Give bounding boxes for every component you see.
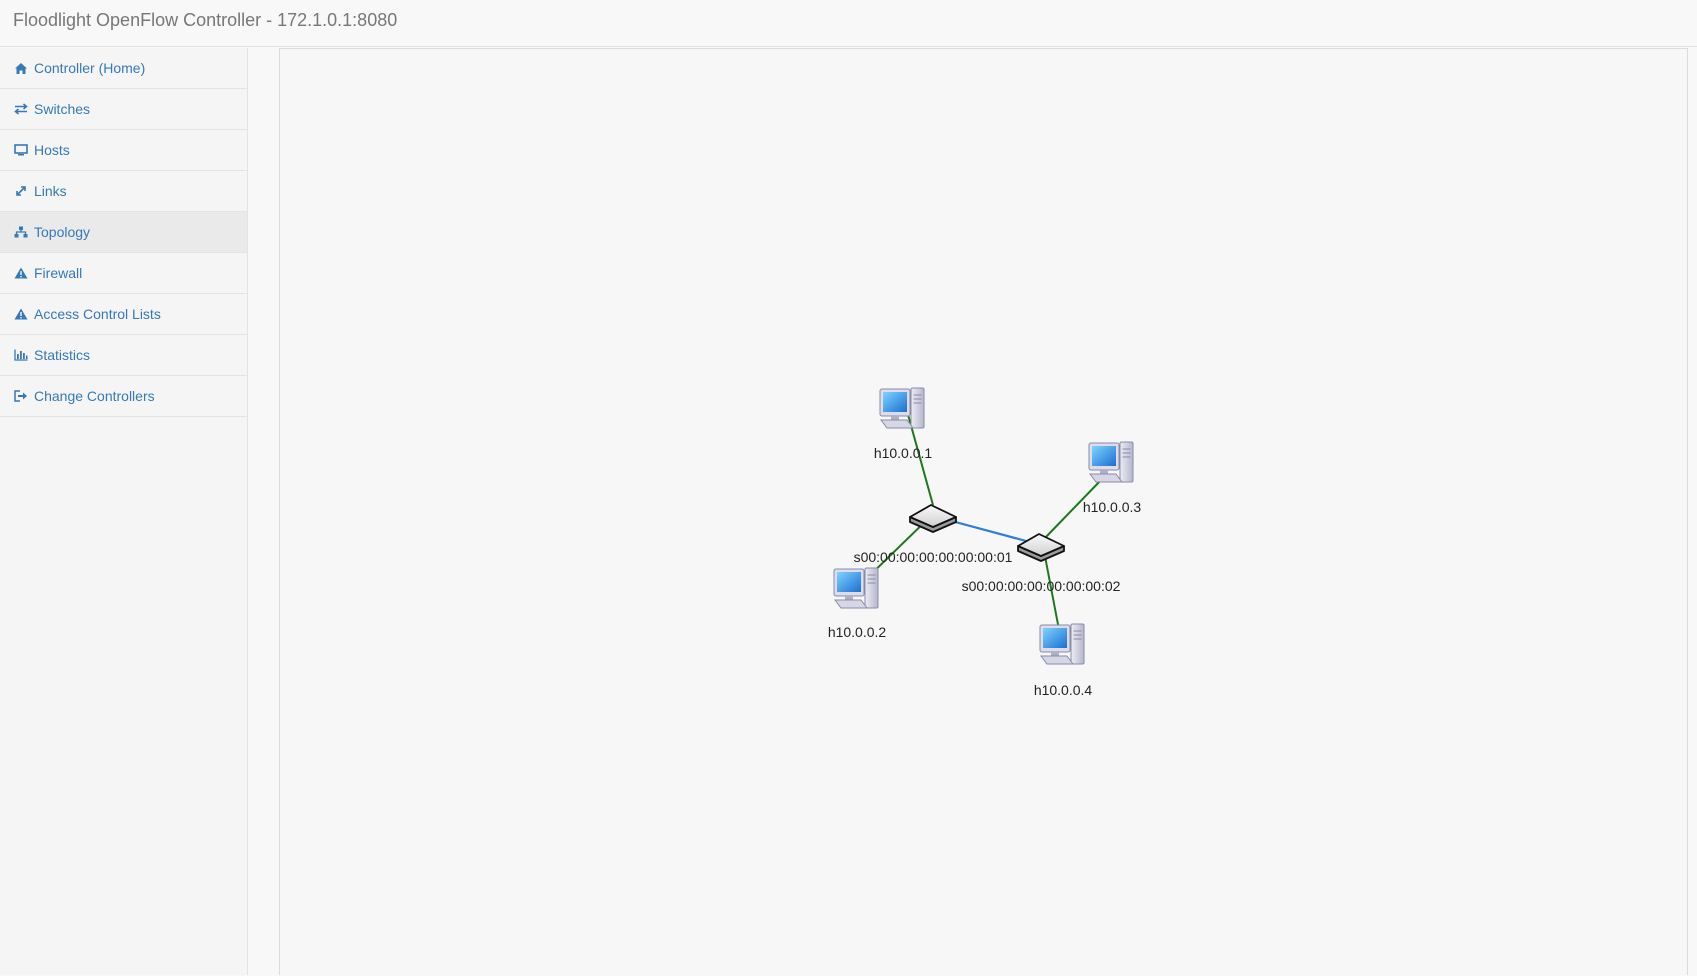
sidebar-item-links[interactable]: Links <box>0 171 247 212</box>
sitemap-icon <box>13 224 29 240</box>
host-node[interactable]: h10.0.0.3 <box>1083 441 1142 515</box>
switch-label: s00:00:00:00:00:00:00:01 <box>854 549 1013 565</box>
host-label: h10.0.0.3 <box>1083 499 1142 515</box>
app-title[interactable]: Floodlight OpenFlow Controller - 172.1.0… <box>13 10 397 31</box>
sidebar-item-label: Statistics <box>34 347 91 363</box>
monitor-icon <box>13 142 29 158</box>
topology-graph[interactable]: h10.0.0.1 h10.0.0.2 h10.0.0.3 h10.0.0.4 … <box>280 49 1687 976</box>
sidebar-item-label: Change Controllers <box>34 388 155 404</box>
sidebar-item-label: Controller (Home) <box>34 60 146 76</box>
computer-icon <box>879 387 925 429</box>
switch-icon <box>1017 533 1065 562</box>
host-label: h10.0.0.1 <box>874 445 933 461</box>
topology-hosts: h10.0.0.1 h10.0.0.2 h10.0.0.3 h10.0.0.4 <box>828 387 1142 698</box>
switch-node[interactable]: s00:00:00:00:00:00:00:01 <box>854 504 1013 565</box>
topology-panel: h10.0.0.1 h10.0.0.2 h10.0.0.3 h10.0.0.4 … <box>279 48 1688 975</box>
sidebar-item-topology[interactable]: Topology <box>0 212 247 253</box>
home-icon <box>13 60 29 76</box>
host-label: h10.0.0.2 <box>828 624 887 640</box>
switch-icon <box>909 504 957 533</box>
exchange-icon <box>13 101 29 117</box>
sidebar-item-change-controllers[interactable]: Change Controllers <box>0 376 247 417</box>
sidebar-item-statistics[interactable]: Statistics <box>0 335 247 376</box>
sidebar-item-label: Links <box>34 183 67 199</box>
computer-icon <box>1039 623 1085 665</box>
sidebar-item-label: Access Control Lists <box>34 306 161 322</box>
sidebar-item-label: Topology <box>34 224 91 240</box>
navbar: Floodlight OpenFlow Controller - 172.1.0… <box>0 0 1697 47</box>
topology-switches: s00:00:00:00:00:00:00:01 s00:00:00:00:00… <box>854 504 1121 594</box>
host-node[interactable]: h10.0.0.2 <box>828 567 887 640</box>
switch-label: s00:00:00:00:00:00:00:02 <box>962 578 1121 594</box>
warning-icon <box>13 265 29 281</box>
sidebar-item-hosts[interactable]: Hosts <box>0 130 247 171</box>
sidebar-item-firewall[interactable]: Firewall <box>0 253 247 294</box>
sidebar: Controller (Home) Switches Hosts Links T… <box>0 48 248 975</box>
computer-icon <box>1088 441 1134 483</box>
sign-out-icon <box>13 388 29 404</box>
sidebar-item-access-control-lists[interactable]: Access Control Lists <box>0 294 247 335</box>
host-node[interactable]: h10.0.0.4 <box>1034 623 1093 698</box>
sidebar-item-label: Switches <box>34 101 91 117</box>
sidebar-item-controller-home[interactable]: Controller (Home) <box>0 48 247 89</box>
bar-chart-icon <box>13 347 29 363</box>
sidebar-item-switches[interactable]: Switches <box>0 89 247 130</box>
sidebar-item-label: Firewall <box>34 265 83 281</box>
host-label: h10.0.0.4 <box>1034 682 1093 698</box>
expand-arrows-icon <box>13 183 29 199</box>
sidebar-item-label: Hosts <box>34 142 70 158</box>
computer-icon <box>833 567 879 609</box>
warning-icon <box>13 306 29 322</box>
host-node[interactable]: h10.0.0.1 <box>874 387 933 461</box>
